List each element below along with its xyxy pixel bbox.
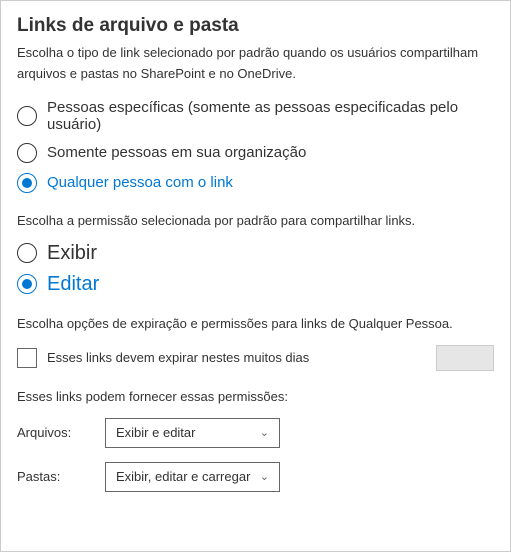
permission-radio-group: Exibir Editar (17, 242, 494, 296)
radio-circle-icon (17, 106, 37, 126)
radio-org-only[interactable]: Somente pessoas em sua organização (17, 143, 494, 163)
section-description: Escolha o tipo de link selecionado por p… (17, 43, 494, 85)
chevron-down-icon: ⌄ (260, 470, 269, 483)
folders-label: Pastas: (17, 469, 105, 484)
radio-circle-icon (17, 274, 37, 294)
radio-label: Qualquer pessoa com o link (47, 174, 233, 191)
radio-anyone-with-link[interactable]: Qualquer pessoa com o link (17, 173, 494, 193)
radio-dot-icon (22, 178, 32, 188)
radio-label: Pessoas específicas (somente as pessoas … (47, 99, 494, 133)
files-dropdown-value: Exibir e editar (116, 425, 195, 440)
permission-prompt: Escolha a permissão selecionada por padr… (17, 213, 494, 228)
radio-edit[interactable]: Editar (17, 273, 494, 296)
files-dropdown[interactable]: Exibir e editar ⌄ (105, 418, 280, 448)
expiration-checkbox[interactable] (17, 348, 37, 368)
expiration-checkbox-label: Esses links devem expirar nestes muitos … (47, 350, 406, 365)
radio-view[interactable]: Exibir (17, 242, 494, 265)
section-heading: Links de arquivo e pasta (17, 15, 494, 37)
folders-dropdown-value: Exibir, editar e carregar (116, 469, 250, 484)
files-dropdown-row: Arquivos: Exibir e editar ⌄ (17, 418, 494, 448)
radio-label: Editar (47, 273, 99, 296)
link-type-radio-group: Pessoas específicas (somente as pessoas … (17, 99, 494, 193)
radio-label: Exibir (47, 242, 97, 265)
radio-circle-icon (17, 143, 37, 163)
expiration-days-input[interactable] (436, 345, 494, 371)
radio-label: Somente pessoas em sua organização (47, 144, 306, 161)
folders-dropdown[interactable]: Exibir, editar e carregar ⌄ (105, 462, 280, 492)
radio-circle-icon (17, 243, 37, 263)
permissions-header: Esses links podem fornecer essas permiss… (17, 389, 494, 404)
radio-circle-icon (17, 173, 37, 193)
files-label: Arquivos: (17, 425, 105, 440)
folders-dropdown-row: Pastas: Exibir, editar e carregar ⌄ (17, 462, 494, 492)
radio-specific-people[interactable]: Pessoas específicas (somente as pessoas … (17, 99, 494, 133)
expiration-checkbox-row: Esses links devem expirar nestes muitos … (17, 345, 494, 371)
chevron-down-icon: ⌄ (260, 426, 269, 439)
radio-dot-icon (22, 279, 32, 289)
expiration-prompt: Escolha opções de expiração e permissões… (17, 316, 494, 331)
